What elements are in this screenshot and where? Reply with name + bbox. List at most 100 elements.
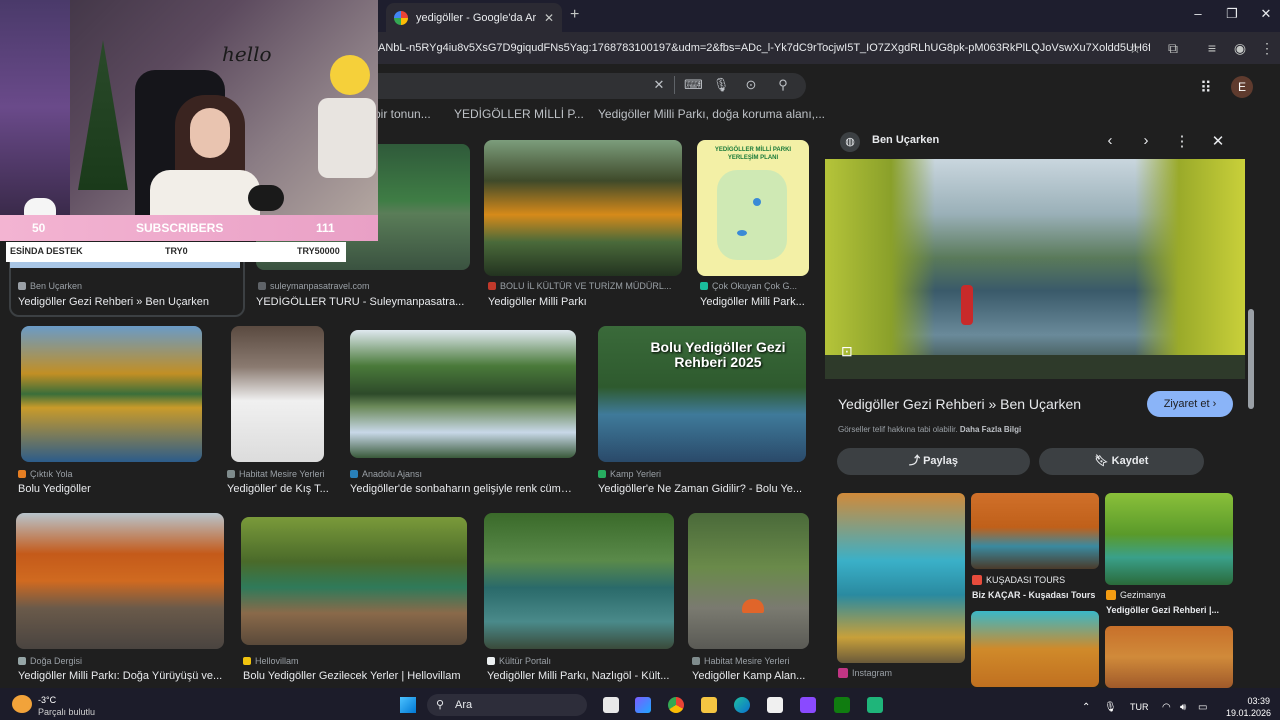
more-info-link[interactable]: Daha Fazla Bilgi	[960, 425, 1021, 434]
system-clock[interactable]: 03:39 19.01.2026	[1226, 695, 1271, 719]
map-title: YEDİGÖLLER MİLLİ PARKI YERLEŞİM PLANI	[714, 147, 792, 161]
microphone-tray-icon[interactable]: 🎙	[1104, 702, 1117, 713]
donation-goal: TRY50000	[297, 246, 340, 256]
copilot-icon[interactable]	[635, 697, 651, 713]
result-source-3: BOLU İL KÜLTÜR VE TURİZM MÜDÜRL...	[488, 281, 682, 291]
result-source-2: suleymanpasatravel.com	[258, 281, 472, 291]
result-title-9[interactable]: Yedigöller Milli Parkı: Doğa Yürüyüşü ve…	[18, 670, 224, 682]
result-source-6: Habitat Mesire Yerleri	[227, 469, 327, 479]
panel-scrollbar[interactable]	[1248, 309, 1254, 409]
site-favicon-icon	[488, 282, 496, 290]
result-image-12[interactable]	[688, 513, 809, 649]
close-panel-icon[interactable]: ✕	[1208, 132, 1228, 150]
related-image-2[interactable]	[971, 493, 1099, 569]
result-image-10[interactable]	[241, 517, 467, 645]
related-search-chip-1[interactable]: bir tonun...	[374, 107, 431, 121]
result-title-12[interactable]: Yedigöller Kamp Alan...	[692, 670, 810, 682]
share-icon: ⤴	[909, 455, 924, 467]
file-explorer-icon[interactable]	[701, 697, 717, 713]
more-options-icon[interactable]: ⋮	[1172, 132, 1192, 150]
result-title-7[interactable]: Yedigöller'de sonbaharın gelişiyle renk …	[350, 483, 576, 495]
result-image-3[interactable]	[484, 140, 682, 276]
chrome-icon[interactable]	[668, 697, 684, 713]
related-image-4[interactable]	[971, 611, 1099, 687]
browser-tab[interactable]: yedigöller - Google'da Ara ✕	[386, 3, 562, 32]
site-favicon-icon	[258, 282, 266, 290]
bookmark-icon: 🔖︎	[1094, 455, 1112, 467]
result-title-4[interactable]: Yedigöller Milli Park...	[700, 296, 810, 308]
result-image-9[interactable]	[16, 513, 224, 649]
site-favicon-icon	[18, 657, 26, 665]
microphone-icon[interactable]: 🎙	[712, 77, 730, 93]
obs-icon[interactable]	[800, 697, 816, 713]
battery-icon[interactable]: ▭	[1198, 702, 1207, 713]
minimize-button[interactable]: –	[1188, 6, 1208, 21]
result-image-8[interactable]: Bolu Yedigöller Gezi Rehberi 2025	[598, 326, 806, 462]
result-title-6[interactable]: Yedigöller' de Kış T...	[227, 483, 329, 495]
result-source-10: Hellovillam	[243, 656, 467, 666]
visit-button[interactable]: Ziyaret et ›	[1147, 391, 1233, 417]
previous-image-icon[interactable]: ‹	[1100, 132, 1120, 149]
next-image-icon[interactable]: ›	[1136, 132, 1156, 149]
close-tab-icon[interactable]: ✕	[544, 11, 554, 25]
lens-search-icon[interactable]: ⊡	[841, 343, 853, 360]
related-image-3[interactable]	[1105, 493, 1233, 585]
result-image-5[interactable]	[21, 326, 202, 462]
result-title-11[interactable]: Yedigöller Milli Parkı, Nazlıgöl - Kült.…	[487, 670, 673, 682]
weather-icon[interactable]	[12, 695, 32, 713]
result-image-6[interactable]	[231, 326, 324, 462]
new-tab-button[interactable]: +	[570, 6, 579, 24]
tray-overflow-icon[interactable]: ⌃	[1082, 702, 1090, 713]
store-icon[interactable]	[767, 697, 783, 713]
extensions-icon[interactable]: ⧉	[1164, 39, 1182, 57]
account-avatar[interactable]: E	[1231, 76, 1253, 98]
related-title-2[interactable]: Biz KAÇAR - Kuşadası Tours	[972, 590, 1100, 600]
result-title-2[interactable]: YEDİGÖLLER TURU - Suleymanpasatra...	[256, 296, 470, 308]
google-apps-icon[interactable]: ⠿	[1200, 78, 1212, 98]
app-icon[interactable]	[867, 697, 883, 713]
windows-taskbar: -3°C Parçalı bulutlu ⚲ Ara ⌃ 🎙 TUR ◠ 🔊︎ ▭…	[0, 688, 1280, 720]
taskbar-search[interactable]: ⚲ Ara	[427, 694, 587, 716]
search-divider	[674, 76, 675, 94]
search-input[interactable]: ✕ ⌨ 🎙 ⊙ ⚲	[370, 73, 806, 99]
panel-source[interactable]: Ben Uçarken	[872, 134, 939, 146]
result-title-10[interactable]: Bolu Yedigöller Gezilecek Yerler | Hello…	[243, 670, 467, 682]
wifi-icon[interactable]: ◠	[1162, 702, 1171, 713]
clear-search-icon[interactable]: ✕	[650, 77, 668, 93]
windows-start-icon[interactable]	[400, 697, 416, 713]
tent-icon	[742, 599, 764, 613]
task-view-icon[interactable]	[603, 697, 619, 713]
search-icon[interactable]: ⚲	[774, 77, 792, 93]
result-title-5[interactable]: Bolu Yedigöller	[18, 483, 202, 495]
related-title-3[interactable]: Yedigöller Gezi Rehberi |...	[1106, 605, 1234, 615]
edge-icon[interactable]	[734, 697, 750, 713]
panel-title[interactable]: Yedigöller Gezi Rehberi » Ben Uçarken	[838, 396, 1081, 412]
close-window-button[interactable]: ✕	[1256, 6, 1276, 22]
result-image-11[interactable]	[484, 513, 674, 649]
profile-icon[interactable]: ◉	[1231, 39, 1249, 57]
lens-icon[interactable]: ⊙	[742, 77, 760, 93]
media-control-icon[interactable]: ≡	[1203, 39, 1221, 57]
maximize-button[interactable]: ❐	[1222, 6, 1242, 22]
bookmark-star-icon[interactable]: ☆	[1126, 39, 1144, 57]
volume-icon[interactable]: 🔊︎	[1180, 702, 1186, 713]
xbox-icon[interactable]	[834, 697, 850, 713]
weather-desc: Parçalı bulutlu	[38, 707, 96, 717]
related-image-1[interactable]	[837, 493, 965, 663]
preview-image[interactable]: ⊡	[825, 159, 1245, 379]
result-source-5: Çıktık Yola	[18, 469, 202, 479]
result-image-4[interactable]: YEDİGÖLLER MİLLİ PARKI YERLEŞİM PLANI	[697, 140, 809, 276]
related-image-5[interactable]	[1105, 626, 1233, 688]
menu-kebab-icon[interactable]: ⋮	[1258, 39, 1276, 57]
result-title-3[interactable]: Yedigöller Milli Parkı	[488, 296, 682, 308]
related-search-chip-3[interactable]: Yedigöller Milli Parkı, doğa koruma alan…	[598, 107, 825, 121]
save-button[interactable]: 🔖︎ Kaydet	[1039, 448, 1204, 475]
share-button[interactable]: ⤴ Paylaş	[837, 448, 1030, 475]
emoji-decoration	[330, 55, 370, 95]
language-indicator[interactable]: TUR	[1130, 702, 1149, 712]
result-title-8[interactable]: Yedigöller'e Ne Zaman Gidilir? - Bolu Ye…	[598, 483, 806, 495]
result-image-7[interactable]	[350, 330, 576, 458]
address-bar[interactable]: ANbL-n5RYg4iu8v5XsG7D9giqudFNs5Yag:17687…	[378, 36, 1150, 60]
keyboard-icon[interactable]: ⌨	[684, 77, 703, 93]
related-search-chip-2[interactable]: YEDİGÖLLER MİLLİ P...	[454, 107, 584, 121]
